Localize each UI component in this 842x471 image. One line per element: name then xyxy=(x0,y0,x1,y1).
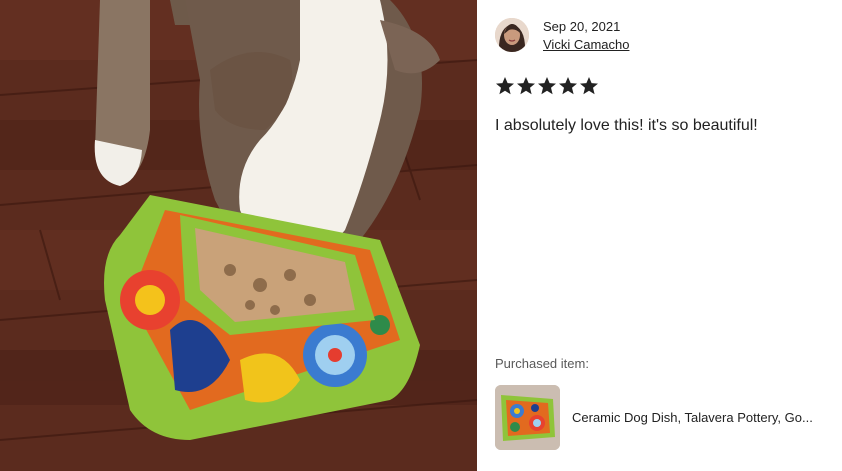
avatar-icon xyxy=(495,18,529,52)
product-title[interactable]: Ceramic Dog Dish, Talavera Pottery, Go..… xyxy=(572,410,832,425)
reviewer-name-link[interactable]: Vicki Camacho xyxy=(543,37,629,52)
review-photo xyxy=(0,0,477,471)
product-thumbnail[interactable] xyxy=(495,384,560,450)
purchased-item-link[interactable]: Ceramic Dog Dish, Talavera Pottery, Go..… xyxy=(495,384,835,450)
review-photo-image xyxy=(0,0,477,471)
star-filled-icon xyxy=(580,77,598,95)
star-filled-icon xyxy=(559,77,577,95)
star-rating xyxy=(495,76,599,96)
purchased-item-label: Purchased item: xyxy=(495,356,589,371)
review-date: Sep 20, 2021 xyxy=(543,19,621,34)
star-filled-icon xyxy=(538,77,556,95)
reviewer-avatar[interactable] xyxy=(495,18,529,52)
star-filled-icon xyxy=(496,77,514,95)
product-thumbnail-image xyxy=(495,384,560,450)
review-details: Sep 20, 2021 Vicki Camacho I absolutely … xyxy=(477,0,842,471)
review-modal: Sep 20, 2021 Vicki Camacho I absolutely … xyxy=(0,0,842,471)
star-filled-icon xyxy=(517,77,535,95)
review-text: I absolutely love this! it's so beautifu… xyxy=(495,117,758,134)
